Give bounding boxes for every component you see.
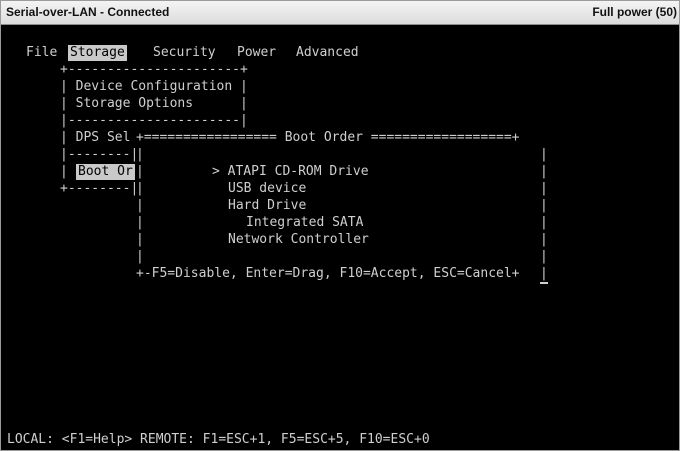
menu-storage[interactable]: Storage — [68, 45, 127, 61]
dialog-right-edge: | — [540, 266, 548, 281]
dialog-left-edge: | — [136, 181, 144, 196]
boot-order-dialog-title: +================= Boot Order ==========… — [136, 130, 520, 145]
submenu-separator: |--------| — [60, 147, 139, 162]
menu-option-boot-order[interactable]: Boot Or — [76, 164, 135, 180]
boot-item-integrated-sata[interactable]: Integrated SATA — [246, 215, 363, 231]
menu-security[interactable]: Security — [153, 45, 216, 61]
menu-option-dps-sel[interactable]: | DPS Sel — [60, 130, 130, 146]
dialog-left-edge: | — [136, 198, 144, 213]
menu-option-storage-options[interactable]: | Storage Options | — [60, 96, 248, 112]
storage-menu-border-top: +----------------------+ — [60, 62, 248, 77]
dialog-right-edge: | — [540, 198, 548, 213]
sol-window: Serial-over-LAN - Connected Full power (… — [0, 0, 680, 451]
title-bar: Serial-over-LAN - Connected Full power (… — [1, 1, 679, 25]
submenu-bottom-border: +--------| — [60, 181, 139, 196]
window-title: Serial-over-LAN - Connected — [6, 5, 170, 19]
dialog-right-edge: | — [540, 164, 548, 179]
status-bar-help: LOCAL: <F1=Help> REMOTE: F1=ESC+1, F5=ES… — [7, 432, 430, 447]
dialog-right-edge: | — [540, 215, 548, 230]
boot-item-hard-drive[interactable]: Hard Drive — [228, 198, 306, 214]
dialog-left-edge: | — [136, 215, 144, 230]
menu-power[interactable]: Power — [237, 45, 276, 61]
boot-order-dialog-footer: +-F5=Disable, Enter=Drag, F10=Accept, ES… — [136, 266, 520, 281]
text-cursor — [540, 282, 548, 284]
dialog-right-edge: | — [540, 232, 548, 247]
dialog-left-edge: | — [136, 232, 144, 247]
dialog-left-edge: | — [136, 147, 144, 162]
power-status: Full power (50) — [592, 5, 677, 19]
dialog-right-edge: | — [540, 249, 548, 264]
dialog-right-edge: | — [540, 147, 548, 162]
dialog-left-edge: | — [136, 249, 144, 264]
boot-item-network-controller[interactable]: Network Controller — [228, 232, 369, 248]
submenu-left-edge: | — [60, 164, 68, 179]
boot-item-usb-device[interactable]: USB device — [228, 181, 306, 197]
menu-advanced[interactable]: Advanced — [296, 45, 359, 61]
menu-file[interactable]: File — [26, 45, 57, 61]
boot-item-atapi-cdrom[interactable]: > ATAPI CD-ROM Drive — [212, 164, 369, 180]
menu-option-device-configuration[interactable]: | Device Configuration | — [60, 79, 248, 95]
terminal-screen[interactable]: File Storage Security Power Advanced +--… — [1, 26, 679, 450]
dialog-right-edge: | — [540, 181, 548, 196]
storage-menu-separator: |----------------------| — [60, 113, 248, 128]
submenu-right-edge: | — [136, 164, 144, 179]
